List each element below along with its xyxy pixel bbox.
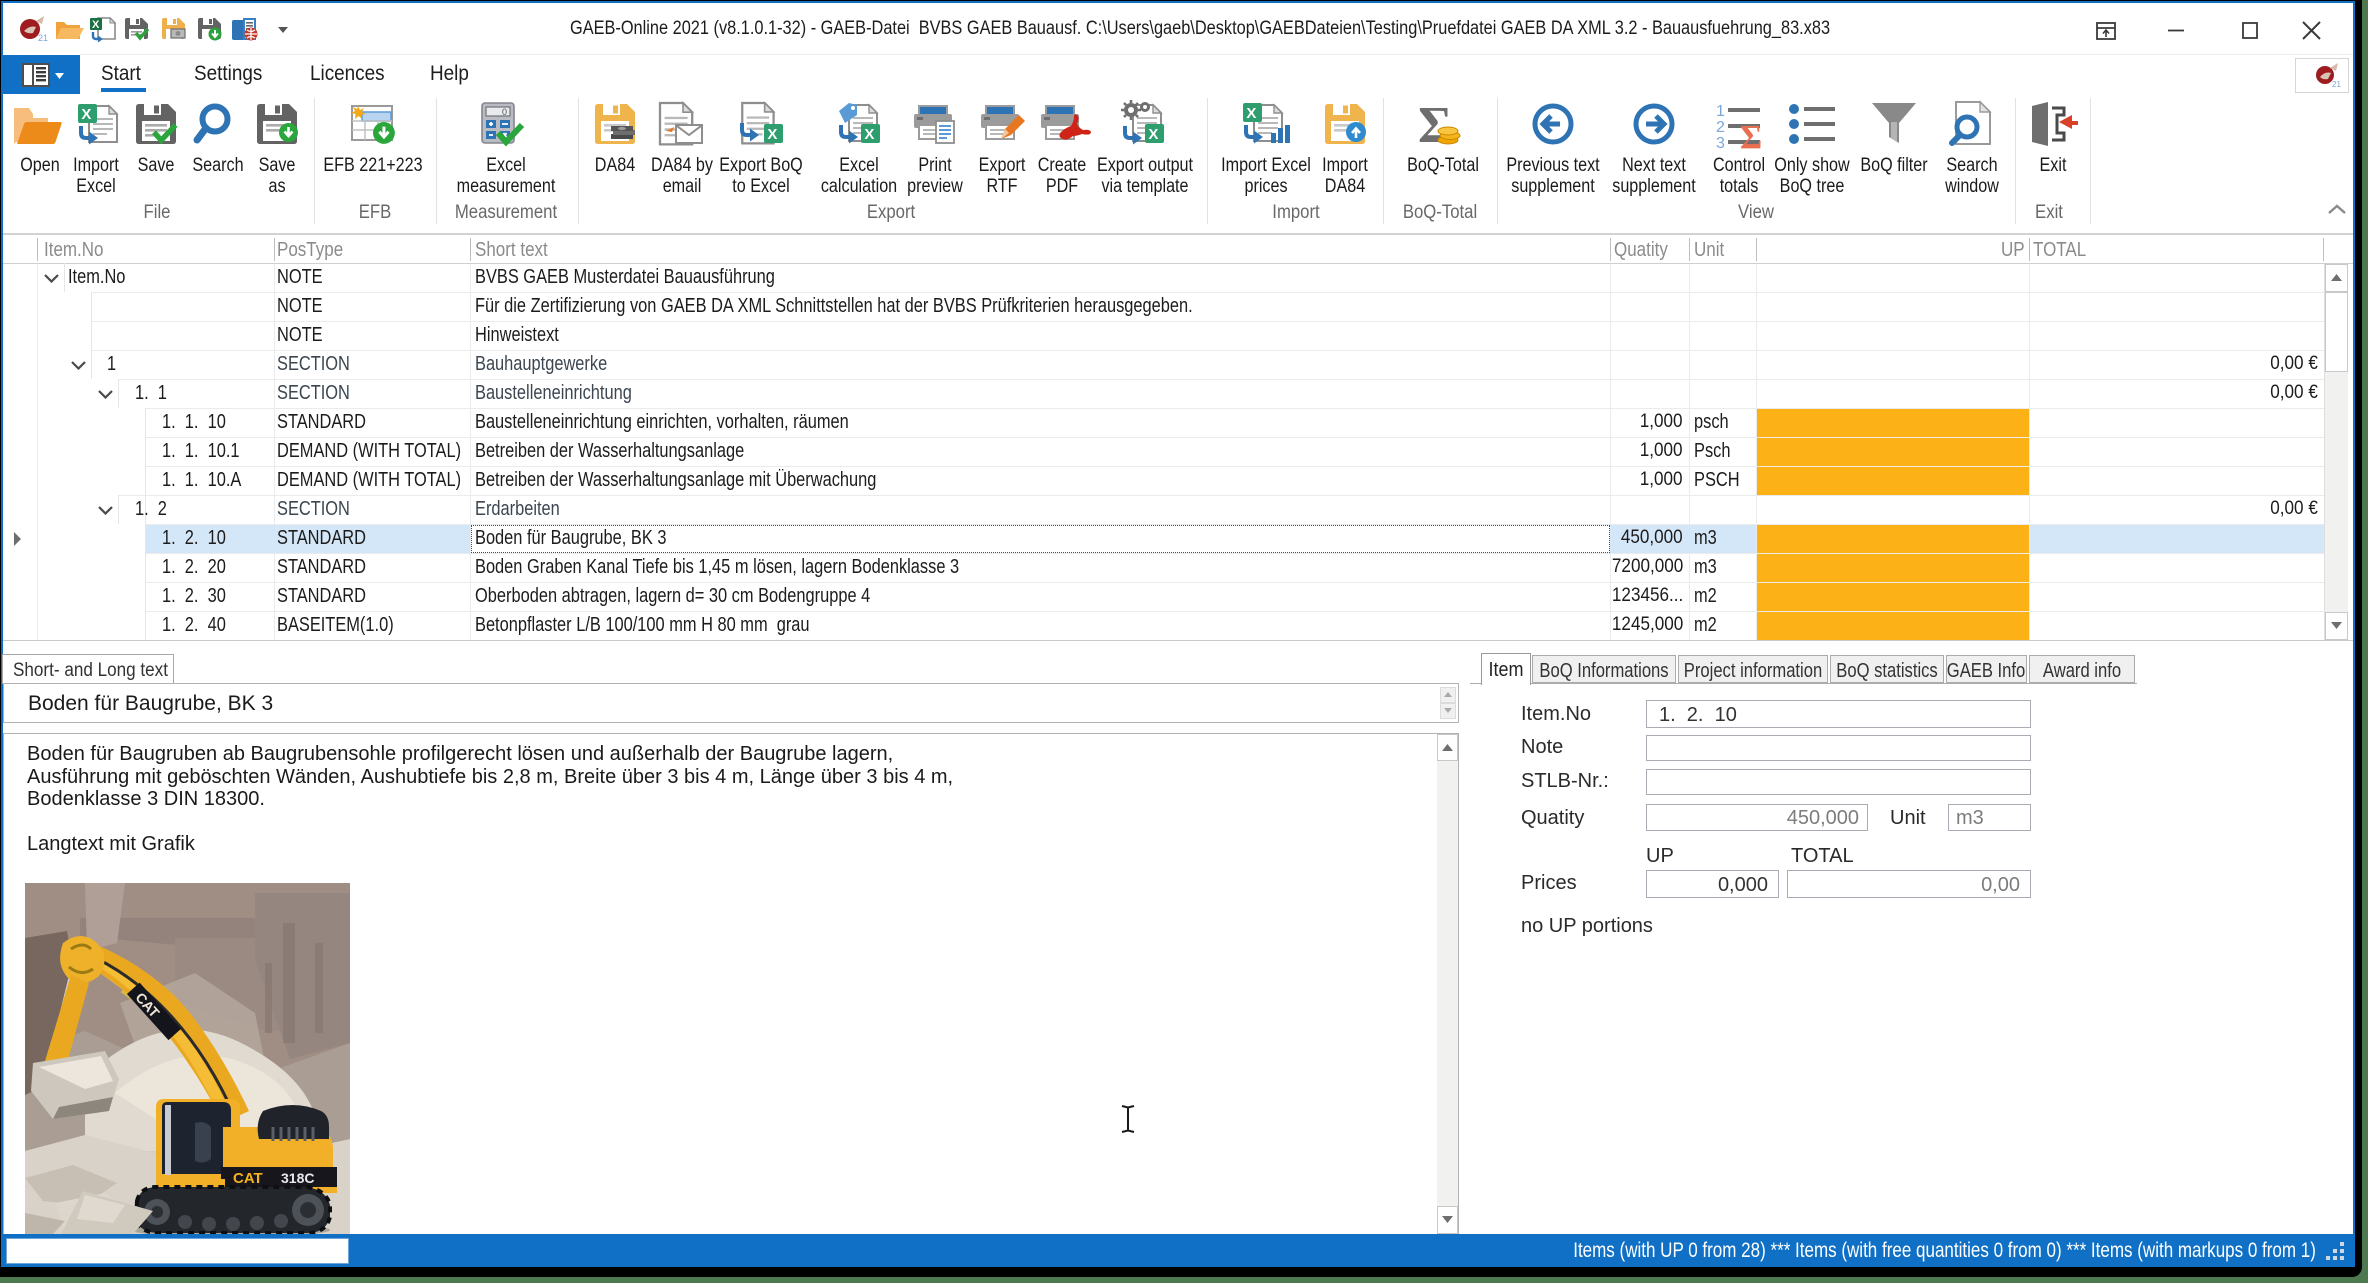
svg-text:Σ: Σ <box>1740 119 1762 156</box>
svg-text:1: 1 <box>1716 103 1725 120</box>
svg-text:318C: 318C <box>281 1170 314 1186</box>
svg-text:Σ: Σ <box>1418 97 1452 154</box>
svg-text:CAT: CAT <box>233 1170 263 1187</box>
svg-text:3: 3 <box>1716 135 1725 152</box>
svg-text:0: 0 <box>502 107 507 117</box>
svg-text:21: 21 <box>2332 80 2341 89</box>
svg-text:2: 2 <box>1716 119 1725 136</box>
svg-text:21: 21 <box>38 33 48 43</box>
svg-text:X: X <box>92 19 100 31</box>
